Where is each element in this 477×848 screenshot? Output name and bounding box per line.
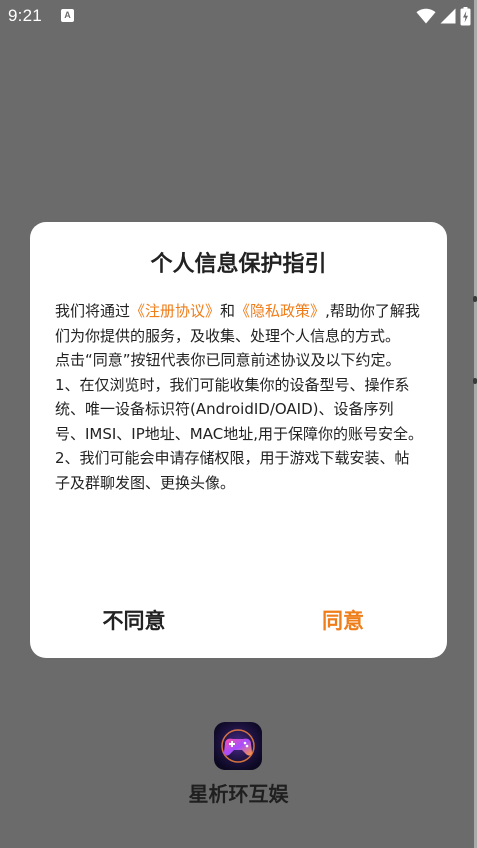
intro-paragraph: 我们将通过《注册协议》和《隐私政策》,帮助你了解我们为你提供的服务，及收集、处理… <box>55 299 423 348</box>
terms-link[interactable]: 《注册协议》 <box>130 302 220 320</box>
privacy-policy-link[interactable]: 《隐私政策》 <box>235 302 325 320</box>
app-logo <box>214 722 262 770</box>
disagree-button[interactable]: 不同意 <box>30 592 238 650</box>
clause-2-paragraph: 2、我们可能会申请存储权限，用于游戏下载安装、帖子及群聊发图、更换头像。 <box>55 449 410 492</box>
privacy-dialog: 个人信息保护指引 我们将通过《注册协议》和《隐私政策》,帮助你了解我们为你提供的… <box>30 222 447 658</box>
agree-button[interactable]: 同意 <box>239 592 447 650</box>
battery-charging-icon <box>460 6 471 25</box>
intro-text: 我们将通过 <box>55 302 131 320</box>
status-icons <box>416 6 471 26</box>
wifi-icon <box>416 8 436 24</box>
dialog-title: 个人信息保护指引 <box>150 252 327 277</box>
notification-app-icon: A <box>61 9 74 22</box>
agree-notice-paragraph: 点击“同意”按钮代表你已同意前述协议及以下约定。 <box>55 351 401 369</box>
status-bar: 9:21 A <box>0 0 477 34</box>
clause-1-paragraph: 1、在仅浏览时，我们可能收集你的设备型号、操作系统、唯一设备标识符(Androi… <box>55 375 423 443</box>
dialog-body[interactable]: 我们将通过《注册协议》和《隐私政策》,帮助你了解我们为你提供的服务，及收集、处理… <box>55 299 423 561</box>
edge-marker <box>473 378 477 384</box>
status-time: 9:21 <box>8 6 42 25</box>
gamepad-icon <box>214 722 262 770</box>
edge-marker <box>473 296 477 302</box>
intro-and-text: 和 <box>220 302 236 320</box>
app-name: 星析环互娱 <box>188 782 289 806</box>
cell-signal-icon <box>440 8 456 24</box>
